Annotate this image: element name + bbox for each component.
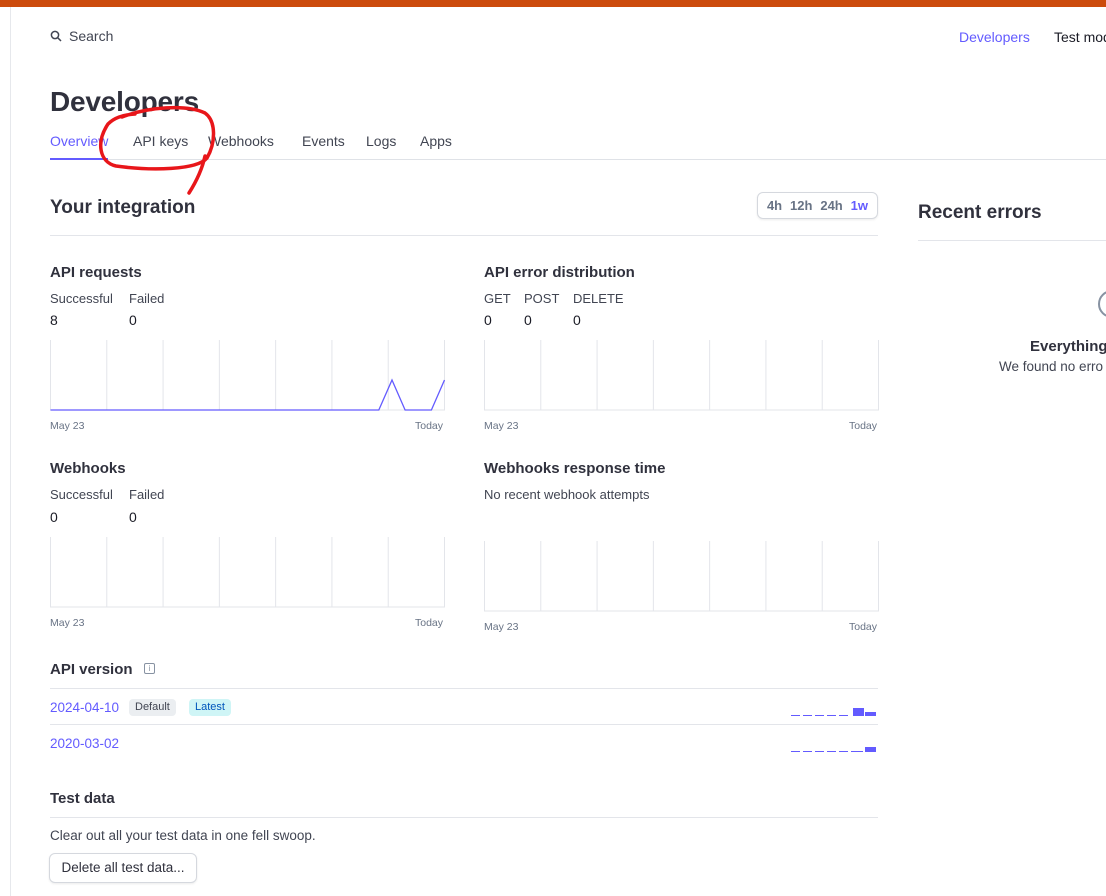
api-version-title: API version	[50, 661, 133, 678]
webhooks-response-empty: No recent webhook attempts	[484, 487, 650, 502]
test-data-divider	[50, 817, 878, 818]
api-requests-chart[interactable]	[50, 338, 445, 412]
page-title: Developers	[50, 86, 199, 117]
search-bar[interactable]: Search	[50, 28, 113, 44]
webhooks-failed-label: Failed	[129, 487, 165, 502]
webhooks-failed-value: 0	[129, 509, 137, 525]
webhooks-response-axis-end: Today	[849, 621, 878, 633]
latest-badge: Latest	[189, 699, 231, 716]
tab-apps[interactable]: Apps	[420, 133, 452, 149]
webhooks-axis-end: Today	[415, 617, 444, 629]
tab-overview[interactable]: Overview	[50, 133, 108, 149]
top-accent-bar	[0, 0, 1106, 7]
api-errors-chart[interactable]	[484, 338, 879, 412]
sidebar-divider	[10, 7, 11, 896]
tab-webhooks[interactable]: Webhooks	[208, 133, 274, 149]
api-requests-title: API requests	[50, 264, 142, 281]
time-range-selector: 4h 12h 24h 1w	[757, 192, 878, 219]
tab-logs[interactable]: Logs	[366, 133, 396, 149]
webhooks-successful-label: Successful	[50, 487, 113, 502]
api-requests-axis-start: May 23	[50, 420, 85, 432]
api-version-link-1[interactable]: 2024-04-10	[50, 700, 119, 715]
recent-errors-title: Recent errors	[918, 202, 1042, 223]
api-requests-failed-label: Failed	[129, 291, 165, 306]
recent-errors-empty-title: Everything	[1030, 338, 1106, 355]
range-1w[interactable]: 1w	[851, 198, 868, 213]
api-version-divider-mid	[50, 724, 878, 725]
search-label: Search	[69, 28, 114, 44]
api-version-link-2[interactable]: 2020-03-02	[50, 736, 119, 751]
series-line	[50, 378, 445, 411]
webhooks-response-title: Webhooks response time	[484, 460, 666, 477]
api-requests-successful-label: Successful	[50, 291, 113, 306]
api-errors-delete-label: DELETE	[573, 291, 624, 306]
integration-title: Your integration	[50, 197, 196, 218]
api-requests-successful-value: 8	[50, 312, 58, 328]
webhooks-chart[interactable]	[50, 535, 445, 609]
api-requests-failed-value: 0	[129, 312, 137, 328]
api-version-divider-top	[50, 688, 878, 689]
api-errors-axis-end: Today	[849, 420, 878, 432]
webhooks-response-axis-start: May 23	[484, 621, 519, 633]
test-data-description: Clear out all your test data in one fell…	[50, 828, 316, 843]
check-circle-icon	[1098, 290, 1106, 318]
developers-link[interactable]: Developers	[959, 29, 1030, 45]
webhooks-response-chart[interactable]	[484, 539, 879, 613]
tab-events[interactable]: Events	[302, 133, 345, 149]
range-24h[interactable]: 24h	[820, 198, 842, 213]
api-errors-post-value: 0	[524, 312, 532, 328]
test-mode-toggle[interactable]: Test mod	[1054, 29, 1106, 45]
active-tab-indicator	[50, 158, 108, 160]
tab-bar: Overview API keys Webhooks Events Logs A…	[50, 133, 1106, 160]
integration-divider	[50, 235, 878, 236]
range-12h[interactable]: 12h	[790, 198, 812, 213]
default-badge: Default	[129, 699, 176, 716]
api-requests-axis-end: Today	[415, 420, 444, 432]
delete-test-data-button[interactable]: Delete all test data...	[49, 853, 197, 883]
api-errors-get-value: 0	[484, 312, 492, 328]
webhooks-axis-start: May 23	[50, 617, 85, 629]
recent-errors-empty-subtitle: We found no erro	[999, 359, 1104, 374]
tab-api-keys[interactable]: API keys	[133, 133, 188, 149]
range-4h[interactable]: 4h	[767, 198, 782, 213]
recent-errors-divider	[918, 240, 1106, 241]
api-version-sparkline-2	[791, 747, 876, 752]
search-icon	[50, 30, 62, 42]
test-data-title: Test data	[50, 790, 115, 807]
info-icon[interactable]: i	[144, 663, 155, 674]
webhooks-successful-value: 0	[50, 509, 58, 525]
api-errors-axis-start: May 23	[484, 420, 519, 432]
api-version-sparkline-1	[791, 708, 876, 716]
api-errors-delete-value: 0	[573, 312, 581, 328]
api-errors-title: API error distribution	[484, 264, 635, 281]
api-errors-get-label: GET	[484, 291, 511, 306]
api-errors-post-label: POST	[524, 291, 560, 306]
webhooks-title: Webhooks	[50, 460, 126, 477]
